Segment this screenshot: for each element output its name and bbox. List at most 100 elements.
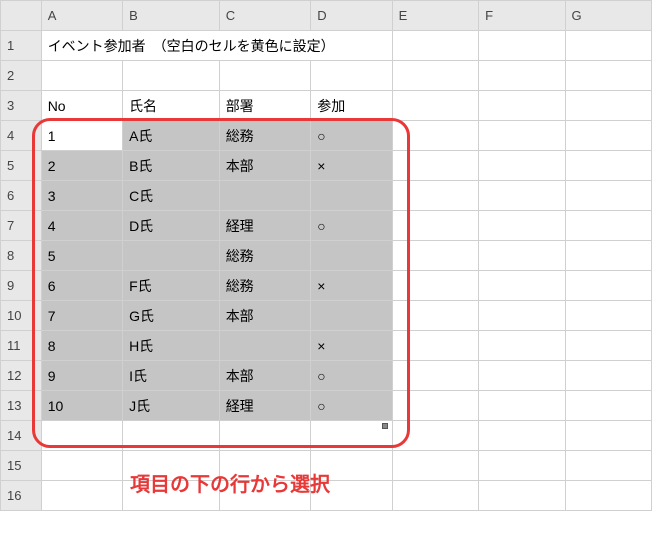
cell[interactable] — [565, 211, 651, 241]
cell[interactable] — [392, 181, 478, 211]
cell-a13[interactable]: 10 — [41, 391, 122, 421]
cell[interactable] — [479, 451, 565, 481]
col-header-f[interactable]: F — [479, 1, 565, 31]
cell[interactable] — [565, 121, 651, 151]
cell[interactable] — [392, 301, 478, 331]
cell[interactable] — [392, 31, 478, 61]
cell[interactable] — [565, 151, 651, 181]
row-header-13[interactable]: 13 — [1, 391, 42, 421]
cell[interactable] — [479, 481, 565, 511]
row-header-3[interactable]: 3 — [1, 91, 42, 121]
cell[interactable] — [565, 91, 651, 121]
cell-c7[interactable]: 経理 — [219, 211, 311, 241]
cell[interactable] — [392, 331, 478, 361]
header-no[interactable]: No — [41, 91, 122, 121]
cell[interactable] — [392, 481, 478, 511]
cell-d12[interactable]: ○ — [311, 361, 392, 391]
cell[interactable] — [479, 241, 565, 271]
cell[interactable] — [565, 481, 651, 511]
cell-b9[interactable]: F氏 — [123, 271, 220, 301]
col-header-d[interactable]: D — [311, 1, 392, 31]
cell-d4[interactable]: ○ — [311, 121, 392, 151]
row-header-11[interactable]: 11 — [1, 331, 42, 361]
cell[interactable] — [392, 271, 478, 301]
cell[interactable] — [479, 121, 565, 151]
cell[interactable] — [392, 61, 478, 91]
row-header-1[interactable]: 1 — [1, 31, 42, 61]
cell-a9[interactable]: 6 — [41, 271, 122, 301]
cell-c10[interactable]: 本部 — [219, 301, 311, 331]
cell-b12[interactable]: I氏 — [123, 361, 220, 391]
col-header-g[interactable]: G — [565, 1, 651, 31]
cell-a4[interactable]: 1 — [41, 121, 122, 151]
cell[interactable] — [392, 211, 478, 241]
cell[interactable] — [392, 361, 478, 391]
row-header-4[interactable]: 4 — [1, 121, 42, 151]
cell[interactable] — [479, 421, 565, 451]
spreadsheet-grid[interactable]: A B C D E F G 1 イベント参加者 （空白のセルを黄色に設定） 2 … — [0, 0, 652, 511]
cell-d13[interactable]: ○ — [311, 391, 392, 421]
cell[interactable] — [123, 421, 220, 451]
cell-b11[interactable]: H氏 — [123, 331, 220, 361]
cell[interactable] — [565, 391, 651, 421]
cell[interactable] — [219, 61, 311, 91]
cell-c12[interactable]: 本部 — [219, 361, 311, 391]
cell-a5[interactable]: 2 — [41, 151, 122, 181]
row-header-2[interactable]: 2 — [1, 61, 42, 91]
cell[interactable] — [219, 421, 311, 451]
cell-b5[interactable]: B氏 — [123, 151, 220, 181]
cell[interactable] — [479, 91, 565, 121]
row-header-12[interactable]: 12 — [1, 361, 42, 391]
cell-a8[interactable]: 5 — [41, 241, 122, 271]
cell[interactable] — [479, 61, 565, 91]
cell[interactable] — [565, 361, 651, 391]
row-header-15[interactable]: 15 — [1, 451, 42, 481]
cell-a12[interactable]: 9 — [41, 361, 122, 391]
cell-b6[interactable]: C氏 — [123, 181, 220, 211]
cell[interactable] — [479, 361, 565, 391]
cell[interactable] — [392, 421, 478, 451]
cell[interactable] — [41, 61, 122, 91]
cell-d9[interactable]: × — [311, 271, 392, 301]
cell-d6[interactable] — [311, 181, 392, 211]
cell-c6[interactable] — [219, 181, 311, 211]
cell-b8[interactable] — [123, 241, 220, 271]
col-header-c[interactable]: C — [219, 1, 311, 31]
cell[interactable] — [479, 331, 565, 361]
col-header-b[interactable]: B — [123, 1, 220, 31]
cell[interactable] — [41, 481, 122, 511]
header-join[interactable]: 参加 — [311, 91, 392, 121]
cell[interactable] — [392, 391, 478, 421]
col-header-e[interactable]: E — [392, 1, 478, 31]
cell[interactable] — [392, 451, 478, 481]
cell[interactable] — [565, 331, 651, 361]
row-header-6[interactable]: 6 — [1, 181, 42, 211]
cell-b4[interactable]: A氏 — [123, 121, 220, 151]
cell[interactable] — [392, 151, 478, 181]
cell[interactable] — [479, 211, 565, 241]
cell-c11[interactable] — [219, 331, 311, 361]
cell[interactable] — [123, 61, 220, 91]
cell-d8[interactable] — [311, 241, 392, 271]
cell[interactable] — [41, 451, 122, 481]
cell-b7[interactable]: D氏 — [123, 211, 220, 241]
cell-d11[interactable]: × — [311, 331, 392, 361]
cell[interactable] — [41, 421, 122, 451]
cell[interactable] — [565, 181, 651, 211]
cell-b13[interactable]: J氏 — [123, 391, 220, 421]
cell-c4[interactable]: 総務 — [219, 121, 311, 151]
title-cell[interactable]: イベント参加者 （空白のセルを黄色に設定） — [41, 31, 392, 61]
cell[interactable] — [311, 421, 392, 451]
cell-d7[interactable]: ○ — [311, 211, 392, 241]
cell-a7[interactable]: 4 — [41, 211, 122, 241]
cell-a6[interactable]: 3 — [41, 181, 122, 211]
row-header-10[interactable]: 10 — [1, 301, 42, 331]
cell-b10[interactable]: G氏 — [123, 301, 220, 331]
cell[interactable] — [479, 301, 565, 331]
cell-c13[interactable]: 経理 — [219, 391, 311, 421]
row-header-8[interactable]: 8 — [1, 241, 42, 271]
cell[interactable] — [565, 271, 651, 301]
col-header-a[interactable]: A — [41, 1, 122, 31]
row-header-14[interactable]: 14 — [1, 421, 42, 451]
cell-d10[interactable] — [311, 301, 392, 331]
